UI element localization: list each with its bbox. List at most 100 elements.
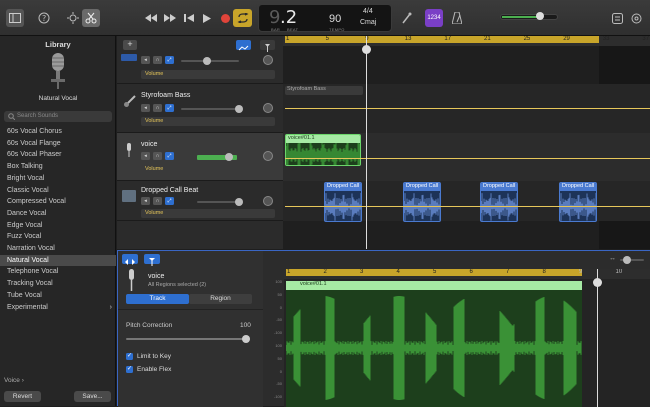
- notepad-icon[interactable]: [608, 9, 626, 27]
- zoom-knob[interactable]: [623, 256, 631, 264]
- track-automation-icon[interactable]: ⤢: [165, 104, 174, 112]
- volume-knob[interactable]: [235, 105, 243, 113]
- library-item[interactable]: Dance Vocal: [0, 208, 116, 220]
- cycle-icon[interactable]: [233, 9, 252, 27]
- editor-region-header[interactable]: voice#01.1: [286, 281, 582, 290]
- library-item[interactable]: 60s Vocal Flange: [0, 138, 116, 150]
- mute-icon[interactable]: ◂: [141, 56, 150, 64]
- bass-region[interactable]: Styrofoam Bass: [285, 86, 363, 95]
- mute-icon[interactable]: ◂: [141, 197, 150, 205]
- arrange-area[interactable]: 15913172125293337 Styrofoam Bass voice#0…: [283, 36, 650, 249]
- help-icon[interactable]: ?: [35, 9, 53, 27]
- automation-select[interactable]: Volume: [141, 165, 275, 174]
- tab-track[interactable]: Track: [126, 294, 189, 304]
- track-automation-icon[interactable]: ⤢: [165, 197, 174, 205]
- search-field[interactable]: Search Sounds: [4, 111, 112, 122]
- editor-playhead-handle[interactable]: [593, 278, 602, 287]
- master-volume-icon[interactable]: [500, 12, 558, 20]
- track-row[interactable]: Styrofoam Bass ◂ ∩ ⤢ Volume: [117, 84, 283, 133]
- enable-flex-checkbox[interactable]: ✓: [126, 366, 133, 373]
- playhead-handle[interactable]: [362, 45, 371, 54]
- beat-region[interactable]: Dropped Call: [480, 182, 518, 222]
- play-icon[interactable]: [198, 9, 216, 27]
- mute-icon[interactable]: ◂: [141, 104, 150, 112]
- tuner-icon[interactable]: [398, 9, 416, 27]
- metronome-icon[interactable]: [448, 9, 466, 27]
- revert-button[interactable]: Revert: [4, 391, 41, 402]
- save-button[interactable]: Save...: [74, 391, 111, 402]
- headphones-icon[interactable]: ∩: [153, 152, 162, 160]
- track-automation-icon[interactable]: ⤢: [165, 152, 174, 160]
- automation-line[interactable]: [285, 206, 650, 207]
- library-icon[interactable]: [6, 9, 24, 27]
- bass-lane[interactable]: Styrofoam Bass: [283, 84, 650, 133]
- track-name[interactable]: Styrofoam Bass: [141, 92, 190, 99]
- count-in-icon[interactable]: 1234: [425, 9, 443, 27]
- pan-knob[interactable]: [263, 151, 273, 161]
- headphones-icon[interactable]: ∩: [153, 104, 162, 112]
- rewind-icon[interactable]: [142, 9, 160, 27]
- automation-select[interactable]: Volume: [141, 117, 275, 126]
- search-input[interactable]: Search Sounds: [17, 113, 58, 119]
- library-breadcrumb[interactable]: Voice ›: [4, 377, 24, 384]
- library-item[interactable]: Natural Vocal: [0, 254, 116, 267]
- headphones-icon[interactable]: ∩: [153, 197, 162, 205]
- library-item[interactable]: Fuzz Vocal: [0, 231, 116, 243]
- automation-line[interactable]: [285, 158, 650, 159]
- add-track-button[interactable]: +: [123, 40, 137, 50]
- pan-knob[interactable]: [263, 55, 273, 65]
- volume-knob[interactable]: [203, 57, 211, 65]
- automation-icon[interactable]: [236, 40, 251, 51]
- library-item[interactable]: Experimental ›: [0, 302, 116, 314]
- editor-playhead[interactable]: [597, 269, 598, 407]
- library-item[interactable]: 60s Vocal Phaser: [0, 149, 116, 161]
- library-item[interactable]: 60s Vocal Chorus: [0, 126, 116, 138]
- volume-slider[interactable]: [197, 201, 239, 203]
- pan-knob[interactable]: [263, 103, 273, 113]
- editor-view-icon[interactable]: [122, 254, 138, 265]
- library-item[interactable]: Box Talking: [0, 161, 116, 173]
- voice-region[interactable]: voice#01.1: [285, 134, 361, 166]
- pan-knob[interactable]: [263, 196, 273, 206]
- scissors-icon[interactable]: [82, 9, 100, 27]
- track-row[interactable]: ◂ ∩ ⤢ Volume: [117, 52, 283, 84]
- automation-select[interactable]: Volume: [141, 209, 275, 218]
- mute-icon[interactable]: ◂: [141, 152, 150, 160]
- automation-line[interactable]: [285, 108, 650, 109]
- volume-knob[interactable]: [235, 198, 243, 206]
- library-item[interactable]: Tracking Vocal: [0, 278, 116, 290]
- volume-knob[interactable]: [225, 153, 233, 161]
- volume-slider[interactable]: [181, 108, 239, 110]
- zoom-icon[interactable]: ↔: [609, 255, 618, 264]
- automation-select[interactable]: Volume: [141, 70, 275, 79]
- track-name[interactable]: voice: [141, 141, 157, 148]
- pitch-correction-slider[interactable]: [126, 338, 250, 340]
- limit-to-key-checkbox[interactable]: ✓: [126, 353, 133, 360]
- catch-playhead-icon[interactable]: [260, 40, 275, 52]
- cycle-region[interactable]: [285, 36, 599, 43]
- library-item[interactable]: Telephone Vocal: [0, 266, 116, 278]
- forward-icon[interactable]: [161, 9, 179, 27]
- headphones-icon[interactable]: ∩: [153, 56, 162, 64]
- beat-region[interactable]: Dropped Call: [324, 182, 362, 222]
- library-item[interactable]: Classic Vocal: [0, 185, 116, 197]
- lcd-display[interactable]: 9 .2 BAR BEAT 90 TEMPO 4/4 Cmaj: [258, 4, 392, 32]
- tab-region[interactable]: Region: [189, 294, 252, 304]
- library-item[interactable]: Compressed Vocal: [0, 196, 116, 208]
- beat-lane[interactable]: Dropped Call Dropped Call Dropped Call Drop…: [283, 181, 650, 222]
- track-row[interactable]: Dropped Call Beat ◂ ∩ ⤢ Volume: [117, 181, 283, 221]
- beat-region[interactable]: Dropped Call: [403, 182, 441, 222]
- voice-lane[interactable]: voice#01.1: [283, 133, 650, 181]
- track-name[interactable]: Dropped Call Beat: [141, 187, 198, 194]
- bar-ruler[interactable]: 15913172125293337: [283, 36, 650, 46]
- track-automation-icon[interactable]: ⤢: [165, 56, 174, 64]
- beat-region[interactable]: Dropped Call: [559, 182, 597, 222]
- editor-waveform-area[interactable]: 1 2 3 4 5 6 7 8 9 10 voice#01.1: [284, 269, 650, 407]
- record-icon[interactable]: [216, 9, 234, 27]
- catch-icon[interactable]: [144, 254, 160, 266]
- smart-controls-icon[interactable]: [64, 9, 82, 27]
- library-item[interactable]: Edge Vocal: [0, 220, 116, 232]
- library-item[interactable]: Narration Vocal: [0, 243, 116, 255]
- track-row[interactable]: voice ◂ ∩ ⤢ Volume: [117, 133, 283, 181]
- loop-browser-icon[interactable]: [627, 9, 645, 27]
